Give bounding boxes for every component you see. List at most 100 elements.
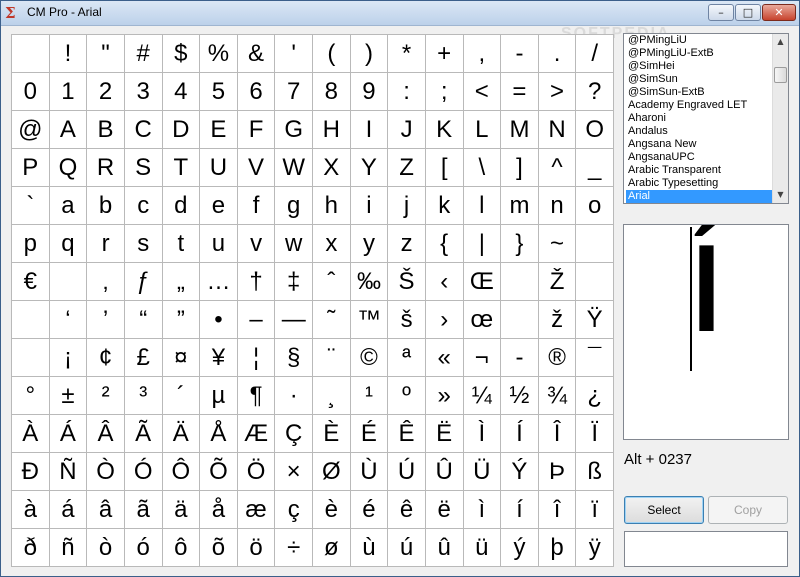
select-button[interactable]: Select xyxy=(624,496,704,524)
char-cell[interactable]: ó xyxy=(124,529,163,567)
char-cell[interactable]: » xyxy=(425,377,464,415)
char-cell[interactable]: Î xyxy=(538,415,577,453)
char-cell[interactable]: c xyxy=(124,187,163,225)
char-cell[interactable]: µ xyxy=(200,377,238,415)
char-cell[interactable]: A xyxy=(49,111,88,149)
char-cell[interactable]: ˜ xyxy=(313,301,351,339)
char-cell[interactable]: > xyxy=(538,73,577,111)
char-cell[interactable]: § xyxy=(275,339,313,377)
char-cell[interactable]: : xyxy=(388,73,426,111)
char-cell[interactable]: 8 xyxy=(313,73,351,111)
char-cell[interactable]: k xyxy=(425,187,464,225)
char-cell[interactable]: a xyxy=(49,187,88,225)
char-cell[interactable] xyxy=(501,263,539,301)
char-cell[interactable]: C xyxy=(124,111,163,149)
char-cell[interactable]: d xyxy=(162,187,201,225)
char-cell[interactable]: è xyxy=(313,491,351,529)
char-cell[interactable]: × xyxy=(275,453,313,491)
char-cell[interactable]: î xyxy=(538,491,577,529)
char-cell[interactable]: à xyxy=(12,491,50,529)
char-cell[interactable]: á xyxy=(49,491,88,529)
char-cell[interactable]: . xyxy=(538,35,577,73)
font-list[interactable]: @PMingLiU @PMingLiU-ExtB @SimHei @SimSun @Si… xyxy=(623,33,789,204)
char-cell[interactable]: Á xyxy=(49,415,88,453)
char-cell[interactable]: Ë xyxy=(425,415,464,453)
char-cell[interactable]: í xyxy=(501,491,539,529)
char-cell[interactable]: ‘ xyxy=(49,301,88,339)
char-cell[interactable]: K xyxy=(425,111,464,149)
char-cell[interactable]: * xyxy=(388,35,426,73)
char-cell[interactable]: $ xyxy=(162,35,201,73)
char-cell[interactable]: ¥ xyxy=(200,339,238,377)
char-cell[interactable]: " xyxy=(87,35,125,73)
char-cell[interactable]: ú xyxy=(388,529,426,567)
char-cell[interactable] xyxy=(12,35,50,73)
char-cell[interactable]: T xyxy=(162,149,201,187)
char-cell[interactable]: Ý xyxy=(501,453,539,491)
char-cell[interactable]: ¿ xyxy=(576,377,614,415)
char-cell[interactable]: B xyxy=(87,111,125,149)
char-cell[interactable]: ž xyxy=(538,301,577,339)
char-cell[interactable]: ; xyxy=(425,73,464,111)
char-cell[interactable]: œ xyxy=(463,301,502,339)
char-cell[interactable]: ± xyxy=(49,377,88,415)
char-cell[interactable]: £ xyxy=(124,339,163,377)
char-cell[interactable]: U xyxy=(200,149,238,187)
char-cell[interactable]: ) xyxy=(350,35,389,73)
font-list-item[interactable]: Aharoni xyxy=(626,112,774,125)
char-cell[interactable]: \ xyxy=(463,149,502,187)
char-cell[interactable]: / xyxy=(576,35,614,73)
char-cell[interactable]: R xyxy=(87,149,125,187)
char-cell[interactable]: | xyxy=(463,225,502,263)
char-cell[interactable]: ¬ xyxy=(463,339,502,377)
char-cell[interactable]: Å xyxy=(200,415,238,453)
close-button[interactable]: ✕ xyxy=(762,4,796,21)
char-cell[interactable]: s xyxy=(124,225,163,263)
char-cell[interactable]: Â xyxy=(87,415,125,453)
char-cell[interactable]: ¾ xyxy=(538,377,577,415)
char-cell[interactable]: “ xyxy=(124,301,163,339)
char-cell[interactable]: ÷ xyxy=(275,529,313,567)
char-cell[interactable]: • xyxy=(200,301,238,339)
char-cell[interactable]: ` xyxy=(12,187,50,225)
char-cell[interactable]: ‚ xyxy=(87,263,125,301)
char-cell[interactable]: e xyxy=(200,187,238,225)
font-list-item[interactable]: Academy Engraved LET xyxy=(626,99,774,112)
char-cell[interactable]: ª xyxy=(388,339,426,377)
char-cell[interactable]: ë xyxy=(425,491,464,529)
char-cell[interactable]: Í xyxy=(501,415,539,453)
font-list-item[interactable]: @SimHei xyxy=(626,60,774,73)
char-cell[interactable] xyxy=(576,263,614,301)
scroll-down-arrow-icon[interactable]: ▼ xyxy=(773,187,788,203)
char-cell[interactable]: M xyxy=(501,111,539,149)
char-cell[interactable]: ñ xyxy=(49,529,88,567)
char-cell[interactable]: ³ xyxy=(124,377,163,415)
char-cell[interactable]: Ø xyxy=(313,453,351,491)
maximize-button[interactable]: □ xyxy=(735,4,761,21)
char-cell[interactable]: š xyxy=(388,301,426,339)
char-cell[interactable]: ( xyxy=(313,35,351,73)
char-cell[interactable]: x xyxy=(313,225,351,263)
font-list-item[interactable]: @SimSun xyxy=(626,73,774,86)
char-cell[interactable]: ý xyxy=(501,529,539,567)
char-cell[interactable]: E xyxy=(200,111,238,149)
char-cell[interactable]: Æ xyxy=(237,415,276,453)
char-cell[interactable]: g xyxy=(275,187,313,225)
char-cell[interactable]: þ xyxy=(538,529,577,567)
char-cell[interactable]: X xyxy=(313,149,351,187)
char-cell[interactable]: ½ xyxy=(501,377,539,415)
char-cell[interactable]: È xyxy=(313,415,351,453)
char-cell[interactable]: i xyxy=(350,187,389,225)
char-cell[interactable]: Š xyxy=(388,263,426,301)
char-cell[interactable]: D xyxy=(162,111,201,149)
char-cell[interactable]: ô xyxy=(162,529,201,567)
char-cell[interactable]: r xyxy=(87,225,125,263)
char-cell[interactable]: ø xyxy=(313,529,351,567)
char-cell[interactable]: o xyxy=(576,187,614,225)
char-cell[interactable]: t xyxy=(162,225,201,263)
char-cell[interactable]: ² xyxy=(87,377,125,415)
char-cell[interactable]: Ö xyxy=(237,453,276,491)
char-cell[interactable]: ù xyxy=(350,529,389,567)
char-cell[interactable]: { xyxy=(425,225,464,263)
char-cell[interactable]: = xyxy=(501,73,539,111)
